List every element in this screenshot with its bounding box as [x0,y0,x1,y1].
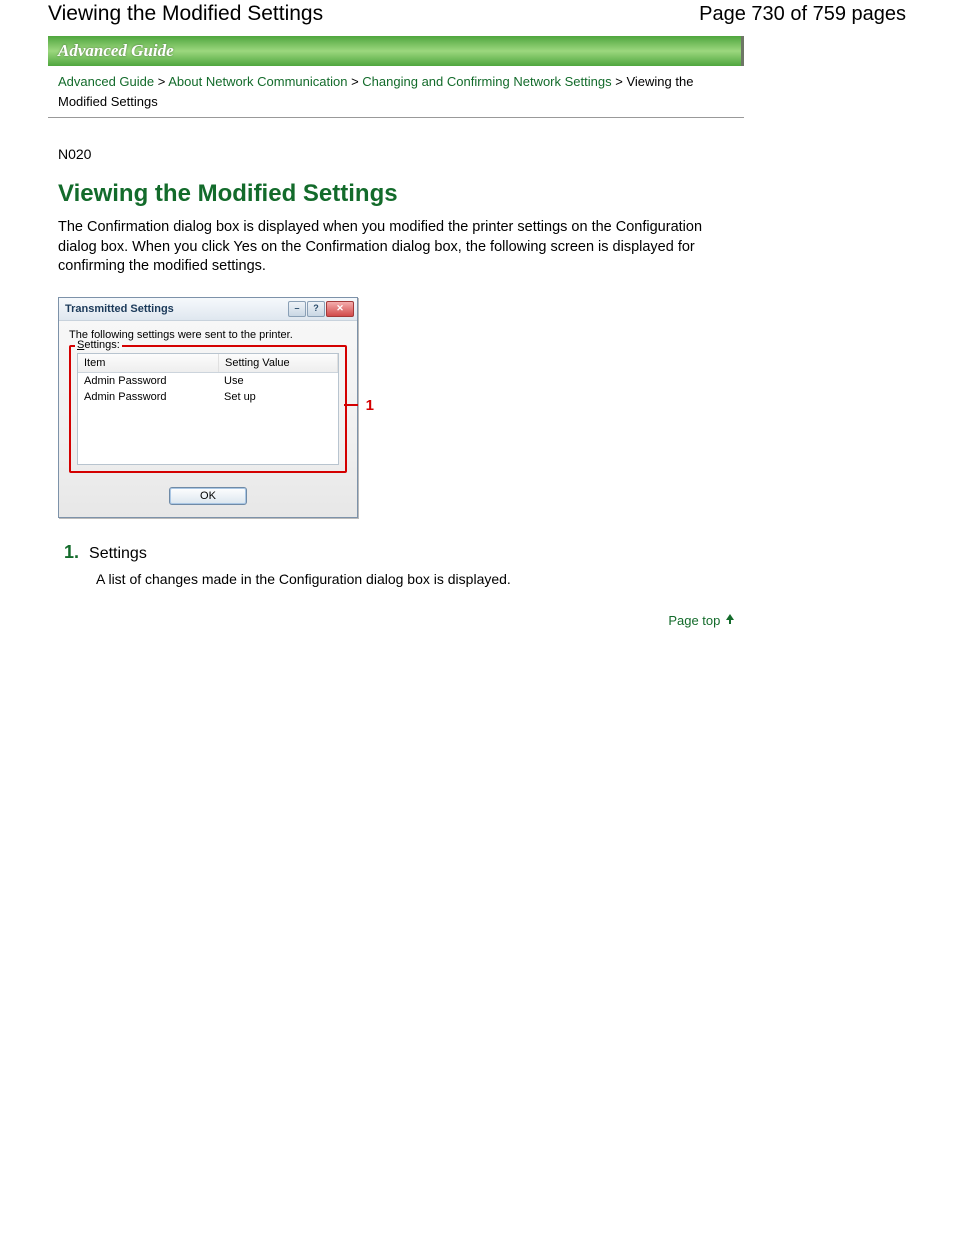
breadcrumb-link-advanced-guide[interactable]: Advanced Guide [58,74,154,89]
section-number: 1. [64,542,79,563]
page-top-link[interactable]: Page top [668,613,734,628]
intro-text: The Confirmation dialog box is displayed… [58,218,734,277]
column-value[interactable]: Setting Value [219,354,338,372]
cell-value: Set up [218,389,338,405]
dialog-title: Transmitted Settings [65,303,174,315]
breadcrumb: Advanced Guide > About Network Communica… [48,66,744,118]
doc-code: N020 [58,146,734,162]
settings-groupbox: Settings: Item Setting Value Admin Passw… [69,345,347,473]
transmitted-settings-dialog: Transmitted Settings – ? ✕ The following… [58,297,358,518]
minimize-icon[interactable]: – [288,301,306,317]
groupbox-label: Settings: [75,339,122,351]
column-item[interactable]: Item [78,354,219,372]
breadcrumb-sep: > [615,74,623,89]
breadcrumb-link-changing-settings[interactable]: Changing and Confirming Network Settings [362,74,611,89]
breadcrumb-link-about-network[interactable]: About Network Communication [168,74,347,89]
section-title: Settings [89,545,147,563]
breadcrumb-sep: > [158,74,166,89]
list-item[interactable]: Admin Password Set up [78,389,338,405]
banner: Advanced Guide [48,36,744,66]
ok-button[interactable]: OK [169,487,247,505]
cell-item: Admin Password [78,373,218,389]
page-indicator: Page 730 of 759 pages [699,3,906,26]
section-body: A list of changes made in the Configurat… [96,571,734,587]
page-title-header: Viewing the Modified Settings [48,2,323,26]
close-icon[interactable]: ✕ [326,301,354,317]
page-title: Viewing the Modified Settings [58,180,734,208]
help-icon[interactable]: ? [307,301,325,317]
callout-line [344,404,358,406]
settings-listview[interactable]: Item Setting Value Admin Password Use Ad… [77,353,339,465]
arrow-up-icon [726,614,734,620]
list-item[interactable]: Admin Password Use [78,373,338,389]
cell-value: Use [218,373,338,389]
cell-item: Admin Password [78,389,218,405]
breadcrumb-sep: > [351,74,359,89]
callout-label: 1 [366,397,374,414]
